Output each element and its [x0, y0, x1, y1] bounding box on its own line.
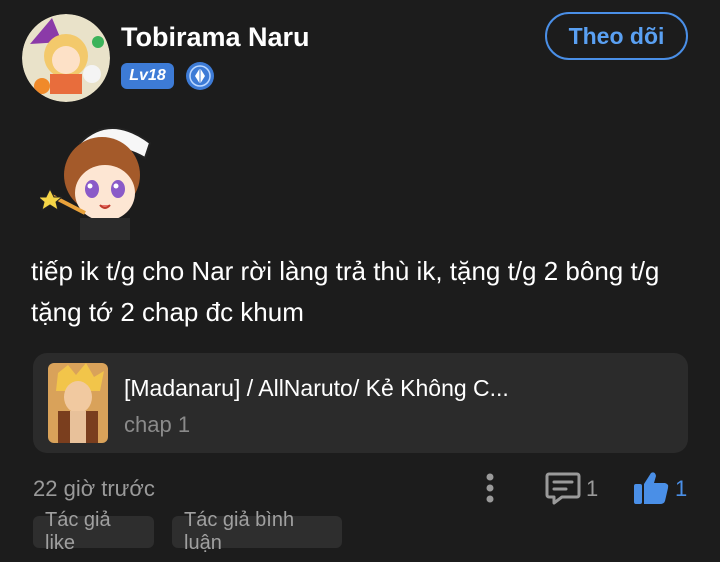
- timestamp: 22 giờ trước: [33, 476, 155, 501]
- user-avatar[interactable]: [22, 14, 110, 102]
- level-badge: Lv18: [121, 63, 174, 89]
- like-count: 1: [675, 476, 688, 501]
- comment-count: 1: [586, 476, 599, 501]
- book-cover-image: [48, 363, 108, 443]
- comment-icon[interactable]: [545, 471, 581, 505]
- follow-button[interactable]: Theo dõi: [545, 12, 688, 60]
- sticker-image: [36, 113, 160, 243]
- book-card[interactable]: [Madanaru] / AllNaruto/ Kẻ Không C... ch…: [33, 353, 688, 453]
- comment-text: tiếp ik t/g cho Nar rời làng trả thù ik,…: [31, 256, 660, 327]
- diamond-verify-icon: [185, 61, 215, 91]
- thumbs-up-icon[interactable]: [632, 470, 670, 506]
- tag-author-liked: Tác giả like: [33, 509, 154, 554]
- book-chapter: chap 1: [124, 412, 191, 437]
- tag-author-commented: Tác giả bình luận: [172, 509, 342, 554]
- username[interactable]: Tobirama Naru: [121, 22, 310, 53]
- more-vertical-icon[interactable]: [480, 472, 500, 504]
- book-title[interactable]: [Madanaru] / AllNaruto/ Kẻ Không C...: [124, 375, 509, 402]
